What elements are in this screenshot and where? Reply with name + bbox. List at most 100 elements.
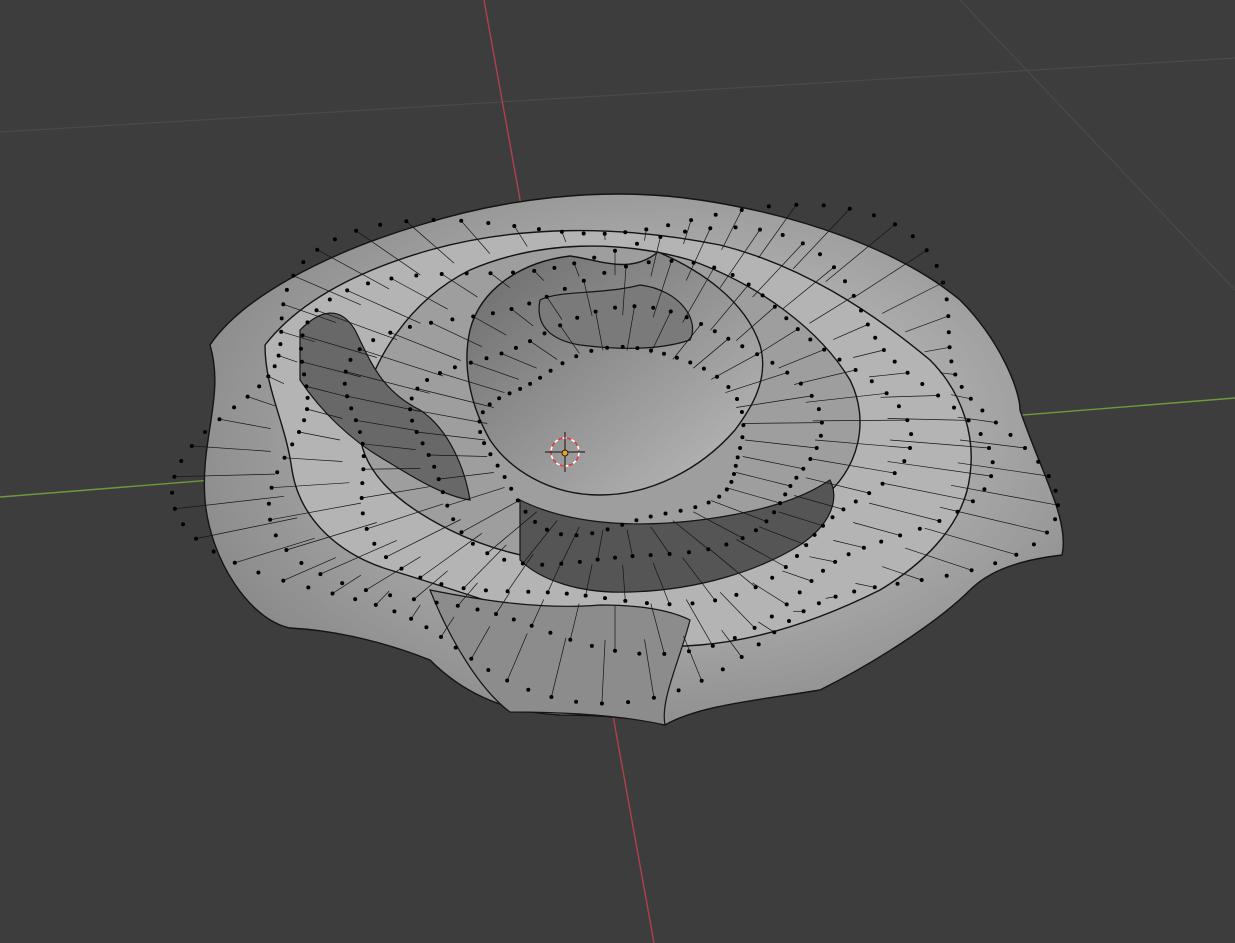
mesh-vertex [170, 490, 175, 495]
mesh-vertex [717, 494, 722, 499]
mesh-vertex [648, 514, 653, 519]
mesh-vertex [1053, 488, 1058, 493]
mesh-vertex [363, 588, 368, 593]
mesh-vertex [461, 586, 466, 591]
mesh-vertex [266, 501, 271, 506]
mesh-vertex [784, 602, 789, 607]
mesh-vertex [284, 287, 289, 292]
mesh-vertex [816, 601, 821, 606]
mesh-vertex [434, 600, 439, 605]
mesh-vertex [715, 374, 719, 379]
mesh-vertex [545, 590, 550, 595]
mesh-vertex [780, 233, 785, 237]
mesh-vertex [778, 501, 783, 506]
mesh-vertex [666, 223, 671, 228]
mesh-vertex [361, 454, 366, 459]
mesh-vertex [739, 655, 744, 659]
mesh-vertex [993, 420, 998, 425]
mesh-vertex [330, 591, 335, 596]
mesh-vertex [969, 568, 974, 573]
mesh-vertex [345, 394, 350, 399]
mesh-vertex [867, 491, 872, 496]
mesh-vertex [497, 396, 502, 401]
mesh-vertex [360, 441, 365, 446]
mesh-vertex [450, 317, 455, 322]
mesh-vertex [357, 347, 362, 352]
mesh-vertex [342, 381, 347, 386]
mesh-vertex [706, 500, 711, 505]
mesh-vertex [766, 204, 771, 209]
innermost-fold[interactable] [538, 284, 694, 349]
grid-line [959, 0, 1235, 291]
mesh-vertex [217, 417, 222, 422]
mesh-vertex [511, 270, 515, 275]
mesh-vertex [526, 687, 531, 692]
mesh-vertex [415, 386, 420, 391]
mesh-vertex [676, 688, 681, 693]
mesh-vertex [739, 410, 744, 414]
mesh-vertex [354, 228, 359, 233]
rose-mesh[interactable] [170, 193, 1064, 726]
mesh-vertex [690, 601, 695, 606]
mesh-vertex [595, 557, 600, 562]
mesh-vertex [282, 455, 287, 460]
mesh-vertex [1036, 459, 1041, 464]
mesh-vertex [764, 519, 769, 524]
mesh-vertex [589, 643, 594, 648]
mesh-vertex [758, 227, 762, 232]
mesh-vertex [528, 381, 533, 386]
mesh-vertex [409, 396, 414, 401]
mesh-vertex [507, 391, 512, 396]
mesh-vertex [343, 369, 348, 374]
mesh-vertex [936, 393, 941, 398]
3d-viewport[interactable] [0, 0, 1235, 943]
mesh-vertex [353, 418, 358, 423]
mesh-vertex [772, 630, 777, 635]
mesh-vertex [769, 614, 774, 619]
mesh-vertex [284, 548, 289, 552]
mesh-vertex [558, 323, 563, 328]
mesh-vertex [797, 590, 802, 595]
mesh-vertex [420, 441, 425, 446]
mesh-vertex [361, 467, 366, 472]
mesh-vertex [669, 258, 674, 263]
mesh-vertex [194, 536, 199, 541]
mesh-vertex [568, 637, 573, 642]
mesh-vertex [861, 545, 866, 550]
mesh-vertex [314, 308, 319, 313]
mesh-vertex [881, 348, 886, 352]
mesh-vertex [687, 550, 691, 555]
mesh-vertex [485, 551, 490, 556]
mesh-vertex [523, 509, 528, 514]
viewport-canvas[interactable] [0, 0, 1235, 943]
mesh-vertex [841, 507, 846, 512]
mesh-vertex [275, 470, 280, 475]
mesh-vertex [373, 602, 378, 607]
mesh-vertex [577, 559, 582, 564]
mesh-vertex [949, 359, 954, 364]
mesh-vertex [821, 568, 825, 573]
mesh-vertex [1008, 432, 1013, 437]
mesh-vertex [713, 598, 718, 603]
mesh-vertex [599, 701, 604, 706]
mesh-vertex [452, 365, 457, 370]
mesh-vertex [872, 585, 877, 590]
mesh-vertex [411, 597, 416, 602]
mesh-vertex [533, 519, 537, 524]
mesh-vertex [620, 344, 625, 349]
mesh-vertex [469, 656, 474, 661]
mesh-vertex [626, 700, 631, 705]
mesh-vertex [712, 329, 717, 334]
mesh-vertex [726, 336, 731, 341]
bottom-petal-fold[interactable] [429, 589, 691, 726]
mesh-vertex [360, 511, 365, 516]
mesh-vertex [968, 396, 973, 401]
mesh-vertex [302, 418, 307, 423]
mesh-vertex [892, 359, 897, 364]
mesh-vertex [318, 572, 323, 577]
mesh-vertex [733, 463, 738, 468]
mesh-vertex [1045, 530, 1049, 535]
mesh-vertex [471, 314, 476, 319]
mesh-vertex [833, 559, 838, 564]
mesh-vertex [315, 247, 320, 252]
